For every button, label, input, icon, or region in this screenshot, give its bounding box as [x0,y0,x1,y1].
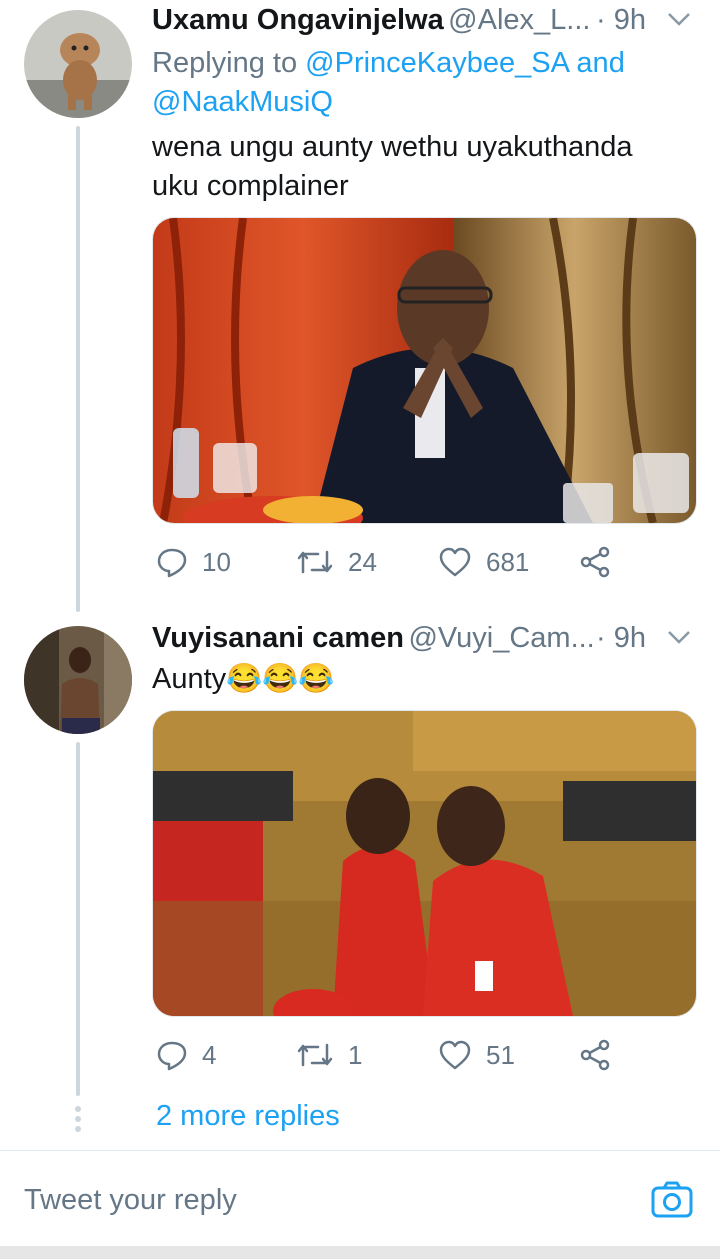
thread-dots [75,1106,81,1132]
thread-line [76,126,80,612]
retweet-count: 1 [348,1039,363,1070]
author-name[interactable]: Vuyisanani camen [152,622,404,654]
share-icon[interactable] [578,546,612,583]
reply-count: 4 [202,1039,217,1070]
avatar-uxamu[interactable] [24,10,132,118]
mention-link[interactable]: @NaakMusiQ [152,86,333,118]
tweet-text-line: uku complainer [152,170,349,202]
retweet-icon [297,550,333,574]
author-handle[interactable]: @Alex_L... [448,4,590,36]
more-replies-link[interactable]: 2 more replies [156,1100,340,1133]
tweet-image[interactable] [152,710,697,1017]
mention-link[interactable]: @PrinceKaybee_SA [305,47,568,79]
reply-input[interactable]: Tweet your reply [24,1184,624,1217]
retweet-icon [297,1043,333,1067]
like-count: 681 [486,546,530,577]
reply-icon [157,548,187,578]
heart-icon [439,547,471,577]
tweet-image[interactable] [152,217,697,524]
chevron-down-icon[interactable] [666,10,692,33]
tweet-header: Vuyisanani camen @Vuyi_Cam... [152,622,595,662]
thread-line [76,742,80,1096]
retweet-button[interactable]: 24 [296,546,377,578]
bottom-bar [0,1246,720,1259]
retweet-button[interactable]: 1 [296,1039,362,1071]
like-button[interactable]: 681 [438,546,529,578]
like-count: 51 [486,1039,515,1070]
avatar-vuyisanani[interactable] [24,626,132,734]
chevron-down-icon[interactable] [666,628,692,651]
reply-count: 10 [202,546,231,577]
author-name[interactable]: Uxamu Ongavinjelwa [152,4,444,36]
tweet-time: · 9h [596,4,646,36]
camera-icon[interactable] [650,1180,694,1225]
replying-to-label: Replying to [152,47,306,79]
reply-button[interactable]: 4 [156,1039,216,1071]
replying-to: Replying to @PrinceKaybee_SA and @NaakMu… [152,44,692,122]
tweet-text: wena ungu aunty wethu uyakuthanda uku co… [152,128,702,206]
share-icon[interactable] [578,1039,612,1076]
reply-icon [157,1041,187,1071]
like-button[interactable]: 51 [438,1039,515,1071]
tweet-time: · 9h [596,622,646,654]
heart-icon [439,1040,471,1070]
retweet-count: 24 [348,546,377,577]
mention-and: and [568,47,625,79]
tweet-text: Aunty😂😂😂 [152,663,335,695]
author-handle[interactable]: @Vuyi_Cam... [408,622,594,654]
tweet-text-line: wena ungu aunty wethu uyakuthanda [152,131,633,163]
reply-button[interactable]: 10 [156,546,231,578]
